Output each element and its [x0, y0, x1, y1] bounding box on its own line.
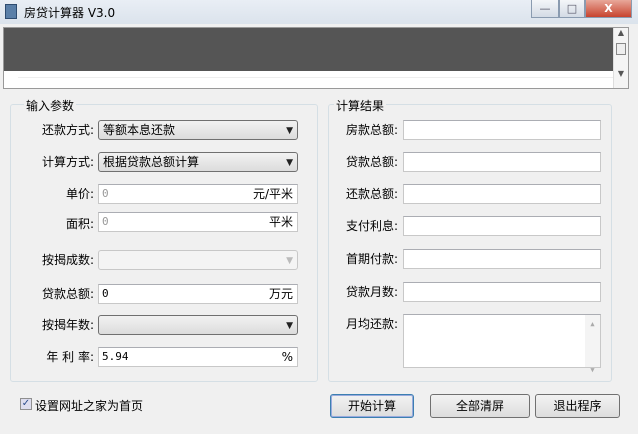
result-label: 房款总额:: [345, 123, 398, 137]
mortgage-years-label: 按揭年数:: [41, 318, 94, 332]
monthly-scrollbar[interactable]: ▲ ▼: [585, 315, 600, 374]
results-title: 计算结果: [334, 97, 387, 114]
result-output[interactable]: [403, 152, 601, 172]
scroll-down-icon[interactable]: ▼: [585, 361, 600, 379]
area-unit: 平米: [268, 215, 293, 229]
minimize-button[interactable]: —: [531, 0, 559, 18]
unit-price-input[interactable]: 0 元/平米: [98, 184, 298, 204]
result-label: 贷款月数:: [345, 285, 398, 299]
chevron-down-icon: ▼: [286, 158, 293, 168]
result-output[interactable]: [403, 282, 601, 302]
calc-method-value: 根据贷款总额计算: [103, 155, 200, 169]
monthly-payment-label: 月均还款:: [345, 317, 398, 331]
homepage-checkbox-label: 设置网址之家为首页: [35, 399, 144, 413]
result-label: 贷款总额:: [345, 155, 398, 169]
unit-price-unit: 元/平米: [252, 187, 293, 201]
homepage-checkbox[interactable]: ✓: [20, 398, 32, 410]
exit-button[interactable]: 退出程序: [535, 394, 620, 418]
chevron-down-icon: ▼: [286, 126, 293, 136]
scroll-down-icon[interactable]: ▼: [614, 69, 628, 78]
annual-rate-label: 年 利 率:: [46, 350, 94, 364]
calculator-icon: [5, 4, 17, 19]
title-bar: 房贷计算器 V3.0 — □ X: [0, 0, 638, 24]
banner-frame: ▲ ▼: [3, 27, 629, 89]
loan-total-input[interactable]: 0 万元: [98, 284, 298, 304]
repay-method-label: 还款方式:: [41, 123, 94, 137]
maximize-button[interactable]: □: [559, 0, 585, 18]
chevron-down-icon: ▼: [286, 321, 293, 331]
repay-method-select[interactable]: 等额本息还款 ▼: [98, 120, 298, 140]
result-output[interactable]: [403, 120, 601, 140]
annual-rate-input[interactable]: 5.94%: [98, 347, 298, 367]
input-params-title: 输入参数: [24, 97, 77, 114]
result-label: 首期付款:: [345, 252, 398, 266]
banner-strip: [18, 77, 614, 85]
result-label: 支付利息:: [345, 219, 398, 233]
mortgage-years-select[interactable]: ▼: [98, 315, 298, 335]
chevron-down-icon: ▼: [286, 256, 293, 266]
result-output[interactable]: [403, 249, 601, 269]
result-label: 还款总额:: [345, 187, 398, 201]
banner-scrollbar[interactable]: ▲ ▼: [613, 28, 628, 88]
mortgage-ratio-select[interactable]: ▼: [98, 250, 298, 270]
loan-total-value: 0: [102, 287, 109, 300]
loan-total-label: 贷款总额:: [41, 287, 94, 301]
window-title: 房贷计算器 V3.0: [24, 6, 116, 20]
start-calculate-button[interactable]: 开始计算: [330, 394, 414, 418]
monthly-payment-output[interactable]: ▲ ▼: [403, 314, 601, 374]
mortgage-ratio-label: 按揭成数:: [41, 253, 94, 267]
close-button[interactable]: X: [585, 0, 632, 18]
area-label: 面积:: [65, 217, 94, 231]
area-input[interactable]: 0 平米: [98, 212, 298, 232]
result-output[interactable]: [403, 184, 601, 204]
input-params-group: [10, 104, 318, 382]
unit-price-value: 0: [102, 187, 109, 200]
result-output[interactable]: [403, 216, 601, 236]
area-value: 0: [102, 215, 109, 228]
clear-all-button[interactable]: 全部清屏: [430, 394, 530, 418]
repay-method-value: 等额本息还款: [103, 123, 176, 137]
loan-total-unit: 万元: [268, 287, 293, 301]
annual-rate-unit: %: [281, 350, 293, 364]
unit-price-label: 单价:: [65, 187, 94, 201]
annual-rate-value: 5.94: [102, 350, 129, 363]
calc-method-label: 计算方式:: [41, 155, 94, 169]
calc-method-select[interactable]: 根据贷款总额计算 ▼: [98, 152, 298, 172]
scroll-up-icon[interactable]: ▲: [585, 315, 600, 333]
scroll-up-icon[interactable]: ▲: [614, 28, 628, 37]
banner-area: [4, 28, 614, 71]
scroll-thumb[interactable]: [616, 43, 626, 55]
